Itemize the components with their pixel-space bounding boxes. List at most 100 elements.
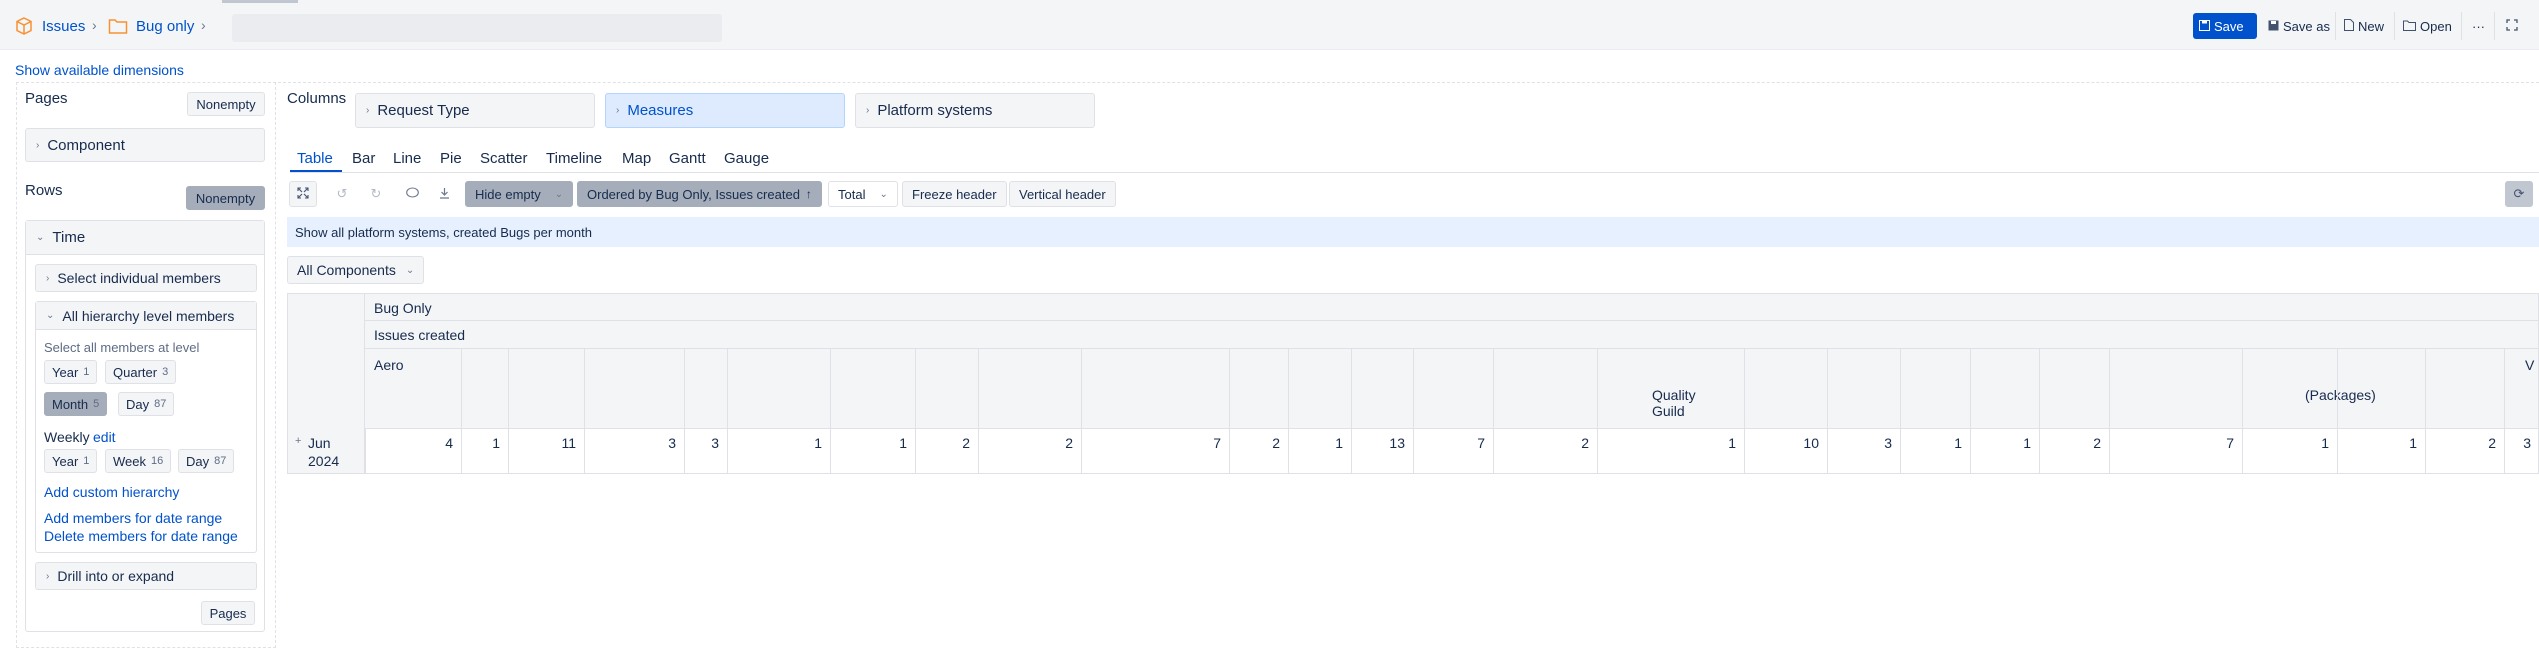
weekly-level-day[interactable]: Day 87 <box>178 449 235 473</box>
tabs-divider <box>290 172 2539 173</box>
open-button[interactable]: Open <box>2397 13 2458 39</box>
table-cell[interactable]: 1 <box>1597 435 1736 451</box>
add-custom-hierarchy-link[interactable]: Add custom hierarchy <box>44 484 179 500</box>
all-components-select[interactable]: All Components ⌄ <box>287 256 425 284</box>
table-cell[interactable]: 11 <box>508 435 576 451</box>
header-column-divider <box>1900 349 1901 429</box>
header-platform-last[interactable]: V <box>2525 357 2534 373</box>
table-cell[interactable]: 13 <box>1351 435 1405 451</box>
tab-pie[interactable]: Pie <box>440 150 462 167</box>
weekly-level-week[interactable]: Week 16 <box>105 449 172 473</box>
tab-gauge[interactable]: Gauge <box>724 150 769 167</box>
tab-bar[interactable]: Bar <box>352 150 375 167</box>
table-cell[interactable]: 1 <box>1970 435 2031 451</box>
row-label-jun-2024[interactable]: Jun 2024 <box>308 434 358 470</box>
vertical-header-button[interactable]: Vertical header <box>1009 181 1116 207</box>
tab-gantt[interactable]: Gantt <box>669 150 706 167</box>
header-bug-only[interactable]: Bug Only <box>374 300 432 316</box>
table-cell[interactable]: 7 <box>1413 435 1485 451</box>
tab-line[interactable]: Line <box>393 150 421 167</box>
breadcrumb-report[interactable]: Bug only <box>108 16 194 36</box>
header-column-divider <box>727 349 728 429</box>
table-cell[interactable]: 2 <box>1229 435 1280 451</box>
new-button[interactable]: New <box>2338 13 2390 39</box>
table-cell[interactable]: 4 <box>365 435 453 451</box>
column-dimension-measures[interactable]: › Measures <box>605 93 845 128</box>
table-cell[interactable]: 1 <box>1288 435 1343 451</box>
table-cell[interactable]: 2 <box>2039 435 2101 451</box>
expand-button[interactable] <box>2500 13 2524 39</box>
delete-members-date-range-link[interactable]: Delete members for date range <box>44 528 238 544</box>
drill-into-or-expand[interactable]: › Drill into or expand <box>35 562 257 590</box>
table-cell[interactable]: 1 <box>461 435 500 451</box>
add-members-date-range-link[interactable]: Add members for date range <box>44 510 222 526</box>
table-cell[interactable]: 1 <box>1900 435 1962 451</box>
expand-icon <box>2506 18 2518 34</box>
rows-nonempty-button[interactable]: Nonempty <box>186 186 265 210</box>
breadcrumb-report-label[interactable]: Bug only <box>136 18 194 35</box>
table-cell[interactable]: 1 <box>2242 435 2329 451</box>
measures-label: Measures <box>627 102 694 119</box>
rows-dimension-time[interactable]: ⌄ Time <box>26 221 264 255</box>
tab-table[interactable]: Table <box>297 150 333 167</box>
header-column-divider <box>508 349 509 429</box>
more-icon: ··· <box>2472 18 2485 34</box>
freeze-header-button[interactable]: Freeze header <box>902 181 1007 207</box>
header-platform-packages[interactable]: (Packages) <box>2305 387 2376 403</box>
table-cell[interactable]: 7 <box>1081 435 1221 451</box>
save-button[interactable]: Save <box>2193 13 2257 39</box>
pages-button[interactable]: Pages <box>201 601 255 625</box>
level-year[interactable]: Year 1 <box>44 360 98 384</box>
table-cell[interactable]: 1 <box>830 435 907 451</box>
show-available-dimensions-link[interactable]: Show available dimensions <box>15 62 184 78</box>
table-cell[interactable]: 3 <box>2504 435 2531 451</box>
header-column-divider <box>684 349 685 429</box>
expand-row-icon[interactable]: + <box>295 435 301 447</box>
redo-button[interactable]: ↻ <box>362 181 390 207</box>
table-cell[interactable]: 3 <box>1827 435 1892 451</box>
column-dimension-platform-systems[interactable]: › Platform systems <box>855 93 1095 128</box>
select-individual-members[interactable]: › Select individual members <box>35 264 257 292</box>
column-dimension-request-type[interactable]: › Request Type <box>355 93 595 128</box>
fullscreen-button[interactable] <box>289 181 317 207</box>
comment-button[interactable] <box>398 181 426 207</box>
header-column-divider <box>2109 349 2110 429</box>
toolbar-divider <box>2394 12 2395 40</box>
breadcrumb-issues[interactable]: Issues <box>14 16 85 36</box>
weekly-edit-link[interactable]: edit <box>93 429 116 445</box>
hide-empty-dropdown[interactable]: Hide empty ⌄ <box>465 181 574 207</box>
weekly-level-year[interactable]: Year 1 <box>44 449 98 473</box>
table-cell[interactable]: 2 <box>915 435 970 451</box>
header-platform-quality-guild[interactable]: Quality Guild <box>1652 387 1712 419</box>
more-options-button[interactable]: ··· <box>2466 13 2491 39</box>
table-cell[interactable]: 3 <box>584 435 676 451</box>
table-cell[interactable]: 2 <box>2425 435 2496 451</box>
level-day[interactable]: Day 87 <box>118 392 175 416</box>
export-button[interactable] <box>430 181 458 207</box>
level-quarter[interactable]: Quarter 3 <box>105 360 177 384</box>
new-label: New <box>2358 18 2385 34</box>
breadcrumb-issues-label[interactable]: Issues <box>42 18 85 35</box>
undo-button[interactable]: ↺ <box>328 181 356 207</box>
pages-nonempty-button[interactable]: Nonempty <box>187 92 265 116</box>
table-cell[interactable]: 1 <box>727 435 822 451</box>
table-cell[interactable]: 2 <box>1493 435 1589 451</box>
save-as-button[interactable]: Save as <box>2262 13 2336 39</box>
pages-dimension-component[interactable]: › Component <box>25 128 265 162</box>
table-cell[interactable]: 3 <box>684 435 719 451</box>
tab-map[interactable]: Map <box>622 150 651 167</box>
header-issues-created[interactable]: Issues created <box>374 327 465 343</box>
all-hierarchy-level-members[interactable]: ⌄ All hierarchy level members <box>36 302 256 330</box>
table-cell[interactable]: 7 <box>2109 435 2234 451</box>
tab-scatter[interactable]: Scatter <box>480 150 528 167</box>
tab-timeline[interactable]: Timeline <box>546 150 602 167</box>
table-cell[interactable]: 10 <box>1744 435 1819 451</box>
table-cell[interactable]: 2 <box>978 435 1073 451</box>
level-month[interactable]: Month 5 <box>44 392 108 416</box>
table-cell[interactable]: 1 <box>2337 435 2417 451</box>
total-dropdown[interactable]: Total ⌄ <box>828 181 898 207</box>
ordered-by-button[interactable]: Ordered by Bug Only, Issues created ↑ <box>577 181 822 207</box>
refresh-button[interactable]: ⟳ <box>2505 181 2533 207</box>
report-title-field[interactable] <box>232 14 722 42</box>
header-platform-first[interactable]: Aero <box>374 357 404 373</box>
